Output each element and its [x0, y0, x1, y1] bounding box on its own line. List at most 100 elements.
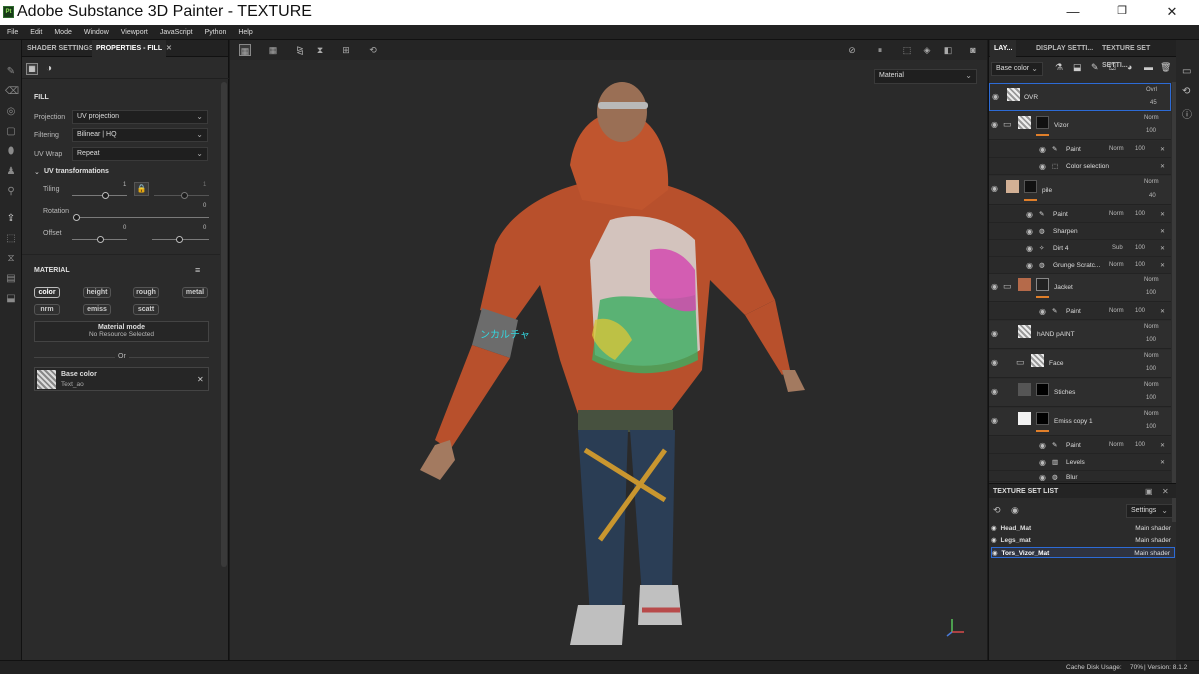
grid-icon[interactable]: ▦: [239, 44, 251, 56]
eye-icon[interactable]: ◉: [991, 537, 997, 544]
paint-brush-icon[interactable]: ✎: [5, 66, 17, 78]
frame-icon[interactable]: ⊞: [340, 44, 352, 56]
add-effect-icon[interactable]: ⚗: [1055, 62, 1063, 73]
tab-shader-settings[interactable]: SHADER SETTINGS: [23, 40, 98, 57]
remove-effect-icon[interactable]: ✕: [1160, 146, 1165, 153]
opacity-value[interactable]: 100: [1146, 128, 1156, 134]
texture-set-row[interactable]: ◉ Head_Mat Main shader: [991, 523, 1175, 534]
material-sphere-icon[interactable]: ◑: [46, 63, 52, 74]
opacity-value[interactable]: 100: [1146, 424, 1156, 430]
tab-properties-fill[interactable]: PROPERTIES - FILL: [92, 40, 167, 57]
tab-layers[interactable]: LAY...: [990, 40, 1017, 57]
add-mask-icon[interactable]: ⬓: [1073, 62, 1082, 73]
blend-mode[interactable]: Norm: [1109, 211, 1124, 217]
texture-set-row[interactable]: ◉ Legs_mat Main shader: [991, 535, 1175, 546]
eye-icon[interactable]: ◉: [992, 92, 999, 101]
add-fill-layer-icon[interactable]: ⛋: [1109, 62, 1116, 73]
blend-mode[interactable]: Norm: [1144, 277, 1159, 283]
remove-effect-icon[interactable]: ✕: [1160, 228, 1165, 235]
viewport-3d[interactable]: ▦ ▦ ⧎ ⧗ ⊞ ⟲ ⊘ ⏸ ⬚ ◈ ◧ ◙ Material ⌄ ンカルチャ: [230, 40, 987, 660]
blend-mode[interactable]: Norm: [1144, 382, 1159, 388]
blend-mode[interactable]: Norm: [1109, 308, 1124, 314]
eye-icon[interactable]: ◉: [991, 525, 997, 532]
uv-transformations-header[interactable]: UV transformations: [44, 168, 109, 175]
opacity-value[interactable]: 100: [1135, 442, 1145, 448]
hide-icon[interactable]: ⊘: [846, 44, 858, 56]
eye-icon[interactable]: ◉: [1039, 458, 1046, 467]
symmetry-icon[interactable]: ⧎: [294, 44, 306, 56]
eye-icon[interactable]: ◉: [1026, 244, 1033, 253]
opacity-value[interactable]: 100: [1135, 146, 1145, 152]
eye-icon[interactable]: ◉: [1039, 473, 1046, 481]
menu-python[interactable]: Python: [205, 25, 227, 40]
restore-icon[interactable]: ❐: [1112, 4, 1132, 17]
opacity-value[interactable]: 100: [1146, 337, 1156, 343]
polygon-fill-icon[interactable]: ⬚: [5, 233, 17, 245]
render-mode-icon[interactable]: ◧: [942, 44, 954, 56]
remove-effect-icon[interactable]: ✕: [1160, 459, 1165, 466]
opacity-value[interactable]: 100: [1146, 366, 1156, 372]
camera-view-icon[interactable]: ⬚: [901, 44, 913, 56]
grid-options-icon[interactable]: ▦: [267, 44, 279, 56]
menu-help[interactable]: Help: [238, 25, 252, 40]
filtering-dropdown[interactable]: Bilinear | HQ ⌄: [72, 128, 208, 142]
remove-effect-icon[interactable]: ✕: [1160, 211, 1165, 218]
character-model[interactable]: ンカルチャ: [410, 70, 830, 660]
eye-icon[interactable]: ◉: [1039, 307, 1046, 316]
eye-icon[interactable]: ◉: [991, 184, 998, 193]
eye-icon[interactable]: ◉: [1039, 162, 1046, 171]
chip-emiss[interactable]: emiss: [83, 304, 111, 315]
eye-icon[interactable]: ◉: [991, 282, 998, 291]
blend-mode[interactable]: Sub: [1112, 245, 1123, 251]
layer-row[interactable]: ◉ ▭ Face Norm 100: [989, 350, 1171, 378]
eye-icon[interactable]: ◉: [991, 358, 998, 367]
symmetry-vertical-icon[interactable]: ⧗: [314, 44, 326, 56]
tiling-slider-knob-2[interactable]: [181, 192, 188, 199]
smart-material-icon[interactable]: ◕: [1127, 62, 1132, 72]
blend-mode[interactable]: Norm: [1109, 262, 1124, 268]
blend-mode[interactable]: Norm: [1144, 353, 1159, 359]
blend-mode[interactable]: Norm: [1109, 146, 1124, 152]
effect-row[interactable]: ◉ ✎ Paint Norm 100 ✕: [989, 303, 1171, 320]
blend-mode[interactable]: Norm: [1144, 179, 1159, 185]
texture-set-settings-dropdown[interactable]: Settings ⌄: [1126, 504, 1173, 518]
measure-icon[interactable]: ⧖: [5, 253, 17, 265]
menu-window[interactable]: Window: [84, 25, 109, 40]
projection-icon[interactable]: ◎: [5, 106, 17, 118]
clone-icon[interactable]: ♟: [5, 166, 17, 178]
texture-set-view-icon[interactable]: ⟲: [993, 505, 1001, 516]
shelf-icon[interactable]: ⬓: [5, 293, 17, 305]
remove-resource-icon[interactable]: ✕: [197, 375, 204, 384]
eye-icon[interactable]: ◉: [1039, 145, 1046, 154]
history-panel-icon[interactable]: ⟲: [1182, 86, 1190, 97]
eye-icon[interactable]: ◉: [1026, 261, 1033, 270]
tab-texture-set-settings[interactable]: TEXTURE SET SETTI...: [1098, 40, 1176, 69]
effect-row[interactable]: ◉ ✧ Dirt 4 Sub 100 ✕: [989, 240, 1171, 257]
layer-row[interactable]: ◉ hAND pAINT Norm 100: [989, 321, 1171, 349]
blend-mode[interactable]: Norm: [1144, 411, 1159, 417]
close-icon[interactable]: ✕: [1162, 4, 1182, 20]
layer-row[interactable]: ◉ ▭ Vizor Norm 100: [989, 112, 1171, 140]
layer-row[interactable]: ◉ ▭ Jacket Norm 100: [989, 274, 1171, 302]
chip-nrm[interactable]: nrm: [34, 304, 60, 315]
opacity-value[interactable]: 100: [1146, 395, 1156, 401]
chip-metal[interactable]: metal: [182, 287, 208, 298]
texture-set-row-selected[interactable]: ◉ Tors_Vizor_Mat Main shader: [991, 547, 1175, 558]
opacity-value[interactable]: 100: [1135, 262, 1145, 268]
menu-mode[interactable]: Mode: [54, 25, 72, 40]
close-panel-icon[interactable]: ✕: [1162, 487, 1169, 496]
add-paint-layer-icon[interactable]: ✎: [1091, 62, 1099, 73]
material-mode-box[interactable]: Material mode No Resource Selected: [34, 321, 209, 342]
screenshot-icon[interactable]: ◙: [967, 44, 979, 56]
texture-set-eye-icon[interactable]: ◉: [1011, 505, 1019, 516]
minimize-icon[interactable]: —: [1063, 4, 1083, 19]
effect-row[interactable]: ◉ ✎ Paint Norm 100 ✕: [989, 141, 1171, 158]
remove-effect-icon[interactable]: ✕: [1160, 442, 1165, 449]
chip-height[interactable]: height: [83, 287, 111, 298]
opacity-value[interactable]: 100: [1135, 211, 1145, 217]
offset-slider-knob-1[interactable]: [97, 236, 104, 243]
effect-row[interactable]: ◉ ◍ Sharpen ✕: [989, 223, 1171, 240]
opacity-value[interactable]: 100: [1135, 245, 1145, 251]
effect-row[interactable]: ◉ ✎ Paint Norm 100 ✕: [989, 437, 1171, 454]
effect-row[interactable]: ◉ ✎ Paint Norm 100 ✕: [989, 206, 1171, 223]
